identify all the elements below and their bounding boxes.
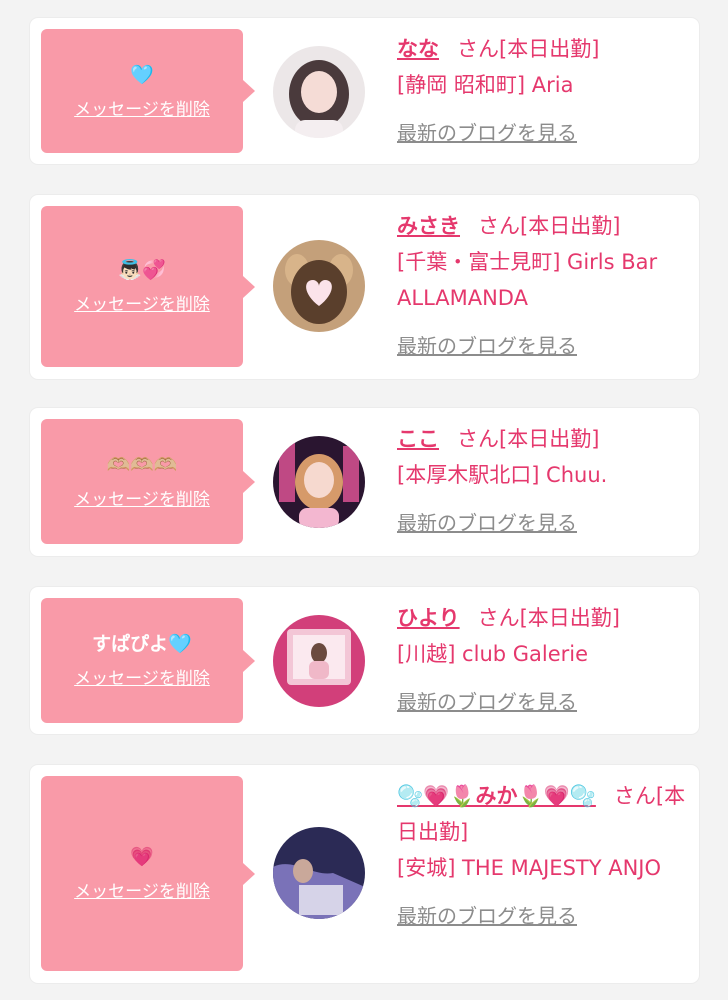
message-card: すぱぴよ🩵 メッセージを削除 ひより さん[本日出勤] [川越] club Gal… [30, 587, 699, 734]
girl-info: ここ さん[本日出勤] [本厚木駅北口] Chuu. 最新のブログを見る [397, 421, 687, 541]
delete-message-link[interactable]: メッセージを削除 [74, 664, 210, 689]
status-label: [本日出勤] [519, 606, 620, 630]
message-bubble: 🩵 メッセージを削除 [41, 29, 255, 153]
girl-name-link[interactable]: なな [397, 37, 439, 61]
profile-photo-icon [273, 240, 365, 332]
girl-info: みさき さん[本日出勤] [千葉・富士見町] Girls Bar ALLAMAND… [397, 208, 687, 364]
girl-name-link[interactable]: ここ [397, 427, 439, 451]
shop-name: [安城] THE MAJESTY ANJO [397, 856, 662, 880]
message-text: 💗 [130, 846, 154, 868]
shop-name: [静岡 昭和町] Aria [397, 73, 574, 97]
avatar[interactable] [273, 827, 365, 919]
shop-name: [川越] club Galerie [397, 642, 589, 666]
avatar[interactable] [273, 240, 365, 332]
girl-name-link[interactable]: みさき [397, 214, 460, 238]
message-card: 🩵 メッセージを削除 なな さん[本日出勤] [静岡 昭和町] Aria 最新のブ… [30, 18, 699, 164]
delete-message-link[interactable]: メッセージを削除 [74, 290, 210, 315]
latest-blog-link[interactable]: 最新のブログを見る [397, 115, 577, 151]
shop-name: [千葉・富士見町] Girls Bar ALLAMANDA [397, 250, 658, 310]
status-label: [本日出勤] [499, 427, 600, 451]
girl-info: ひより さん[本日出勤] [川越] club Galerie 最新のブログを見る [397, 600, 687, 720]
honorific: さん [477, 606, 520, 630]
latest-blog-link[interactable]: 最新のブログを見る [397, 505, 577, 541]
girl-name-link[interactable]: ひより [397, 606, 460, 630]
message-bubble: すぱぴよ🩵 メッセージを削除 [41, 598, 255, 723]
message-bubble: 🫶🏼🫶🏼🫶🏼 メッセージを削除 [41, 419, 255, 544]
message-text: 🫶🏼🫶🏼🫶🏼 [106, 454, 178, 476]
honorific: さん [457, 37, 499, 61]
status-label: [本日出勤] [499, 37, 600, 61]
shop-name: [本厚木駅北口] Chuu. [397, 463, 608, 487]
delete-message-link[interactable]: メッセージを削除 [74, 877, 210, 902]
message-card: 👼🏻💞 メッセージを削除 みさき さん[本日出勤] [千葉・富士見町] Girls… [30, 195, 699, 379]
message-bubble: 👼🏻💞 メッセージを削除 [41, 206, 255, 367]
girl-info: 🫧💗🌷みか🌷💗🫧 さん[本日出勤] [安城] THE MAJESTY ANJO 最… [397, 778, 687, 934]
latest-blog-link[interactable]: 最新のブログを見る [397, 684, 577, 720]
status-label: [本日出勤] [520, 214, 621, 238]
honorific: さん [457, 427, 499, 451]
avatar[interactable] [273, 615, 365, 707]
honorific: さん [613, 784, 656, 808]
honorific: さん [478, 214, 520, 238]
profile-photo-icon [273, 827, 365, 919]
profile-photo-icon [273, 46, 365, 138]
message-bubble: 💗 メッセージを削除 [41, 776, 255, 971]
message-card: 🫶🏼🫶🏼🫶🏼 メッセージを削除 ここ さん[本日出勤] [本厚木駅北口] Chuu… [30, 408, 699, 556]
avatar[interactable] [273, 46, 365, 138]
message-text: 👼🏻💞 [118, 259, 166, 281]
delete-message-link[interactable]: メッセージを削除 [74, 95, 210, 120]
profile-photo-icon [273, 436, 365, 528]
message-card: 💗 メッセージを削除 🫧💗🌷みか🌷💗🫧 さん[本日出勤] [安城] THE MAJ… [30, 765, 699, 983]
message-text: すぱぴよ🩵 [92, 633, 192, 655]
message-text: 🩵 [130, 63, 154, 86]
message-list: 🩵 メッセージを削除 なな さん[本日出勤] [静岡 昭和町] Aria 最新のブ… [0, 0, 728, 1000]
latest-blog-link[interactable]: 最新のブログを見る [397, 898, 577, 934]
delete-message-link[interactable]: メッセージを削除 [74, 485, 210, 510]
girl-info: なな さん[本日出勤] [静岡 昭和町] Aria 最新のブログを見る [397, 31, 687, 151]
profile-photo-icon [273, 615, 365, 707]
latest-blog-link[interactable]: 最新のブログを見る [397, 328, 577, 364]
avatar[interactable] [273, 436, 365, 528]
girl-name-link[interactable]: 🫧💗🌷みか🌷💗🫧 [397, 784, 596, 808]
